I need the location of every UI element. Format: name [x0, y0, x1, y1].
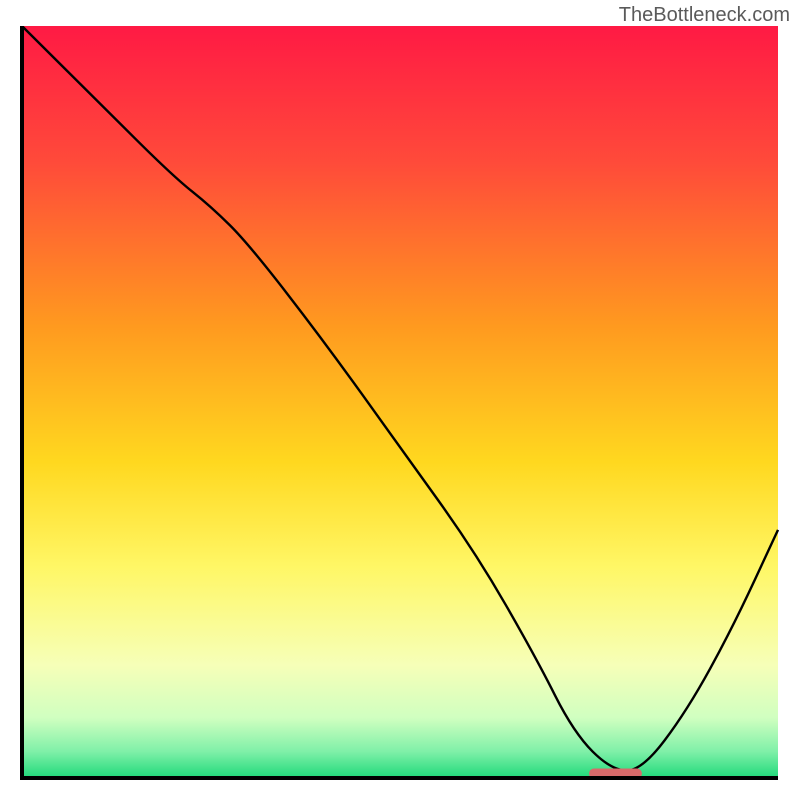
watermark-text: TheBottleneck.com	[619, 4, 790, 27]
bottleneck-chart	[18, 26, 782, 782]
chart-svg	[18, 26, 782, 782]
